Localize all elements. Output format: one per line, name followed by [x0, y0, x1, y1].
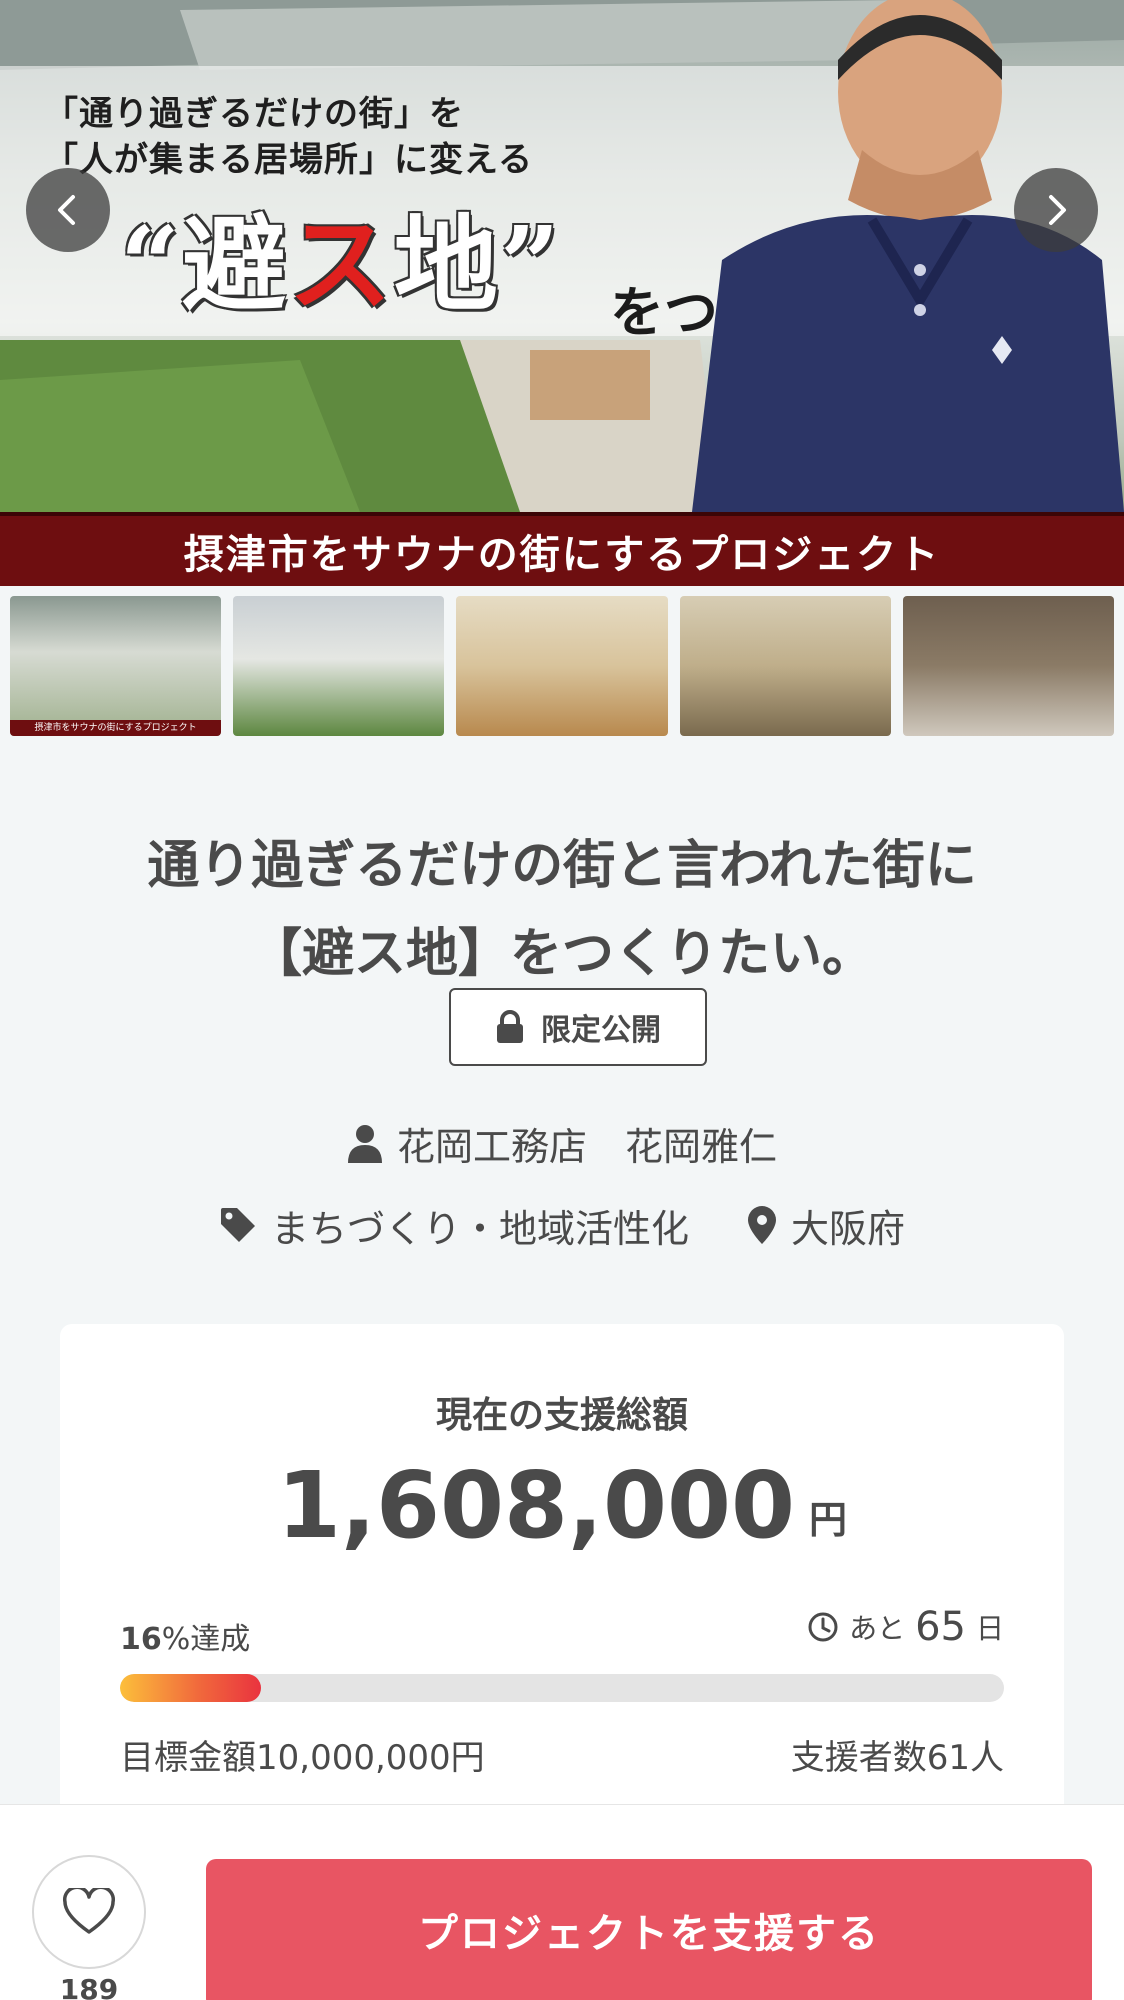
remaining-suffix: 日	[975, 1612, 1004, 1645]
project-title: 通り過ぎるだけの街と言われた街に 【避ス地】をつくりたい。	[40, 822, 1084, 998]
limited-badge: 限定公開	[449, 988, 707, 1066]
thumbnail-3[interactable]	[456, 596, 668, 736]
favorite-button[interactable]	[32, 1855, 146, 1969]
hero-strip-label: 摂津市をサウナの街にするプロジェクト	[183, 532, 941, 578]
progress-bar	[120, 1674, 1004, 1702]
funding-label: 現在の支援総額	[435, 1395, 688, 1436]
goal-amount: 目標金額10,000,000円	[120, 1738, 485, 1778]
tags-row: まちづくり・地域活性化 大阪府	[0, 1194, 1124, 1256]
hero-project-strip: 摂津市をサウナの街にするプロジェクト	[0, 512, 1124, 586]
hero-line1: 「通り過ぎるだけの街」を	[44, 94, 464, 134]
hero-person-photo	[692, 0, 1124, 512]
user-icon	[347, 1125, 382, 1163]
hero-headline-post: 地”	[393, 203, 562, 326]
limited-label: 限定公開	[541, 1013, 661, 1048]
thumbnail-1[interactable]: 摂津市をサウナの街にするプロジェクト	[10, 596, 222, 736]
heart-icon	[63, 1888, 115, 1934]
achievement-percent: 16	[120, 1622, 162, 1657]
remaining-prefix: あと	[849, 1612, 906, 1645]
carousel-prev-button[interactable]	[26, 168, 110, 252]
hero-carousel[interactable]: 「通り過ぎるだけの街」を 「人が集まる居場所」に変える “避ス地” をつくりたい…	[0, 0, 1124, 586]
hero-headline-red: ス	[287, 203, 394, 326]
chevron-left-icon	[58, 195, 75, 225]
supporter-count: 支援者数61人	[790, 1738, 1004, 1778]
thumbnail-strip: 摂津市をサウナの街にするプロジェクト	[10, 596, 1115, 736]
achievement-suffix: %達成	[161, 1622, 251, 1657]
project-title-line1: 通り過ぎるだけの街と言われた街に	[147, 836, 977, 896]
support-project-button[interactable]: プロジェクトを支援する	[206, 1859, 1092, 2000]
owner-name[interactable]: 花岡工務店 花岡雅仁	[397, 1116, 777, 1171]
thumbnail-caption: 摂津市をサウナの街にするプロジェクト	[10, 720, 222, 736]
tag-icon	[220, 1208, 255, 1242]
funding-unit: 円	[808, 1498, 847, 1542]
bottom-action-bar: 189 プロジェクトを支援する	[0, 1804, 1124, 2000]
remaining-days: 65	[915, 1604, 966, 1650]
support-button-label: プロジェクトを支援する	[418, 1912, 880, 1956]
hero-headline: “避ス地”	[120, 180, 562, 331]
favorite-count: 189	[59, 1973, 119, 2000]
funding-amount-row: 1,608,000 円	[60, 1456, 1064, 1556]
lock-icon	[497, 1010, 523, 1043]
location-pin-icon	[748, 1206, 776, 1244]
thumbnail-5[interactable]	[902, 596, 1115, 736]
achievement-rate: 16%達成	[120, 1614, 250, 1658]
funding-amount: 1,608,000	[276, 1452, 795, 1559]
remaining-time: あと 65 日	[807, 1604, 1004, 1650]
hero-headline-pre: “避	[120, 203, 288, 326]
funding-card: 現在の支援総額 1,608,000 円 16%達成 あと 65 日 目標金額10…	[60, 1324, 1064, 1824]
clock-icon	[808, 1612, 838, 1642]
location-link[interactable]: 大阪府	[791, 1198, 905, 1253]
thumbnail-4[interactable]	[679, 596, 891, 736]
owner-row: 花岡工務店 花岡雅仁	[0, 1112, 1124, 1174]
carousel-next-button[interactable]	[1014, 168, 1098, 252]
hero-line2: 「人が集まる居場所」に変える	[44, 140, 533, 180]
thumbnail-2[interactable]	[233, 596, 445, 736]
chevron-right-icon	[1049, 195, 1066, 225]
project-title-line2: 【避ス地】をつくりたい。	[249, 924, 874, 984]
progress-fill	[120, 1674, 262, 1702]
category-link[interactable]: まちづくり・地域活性化	[271, 1198, 689, 1253]
